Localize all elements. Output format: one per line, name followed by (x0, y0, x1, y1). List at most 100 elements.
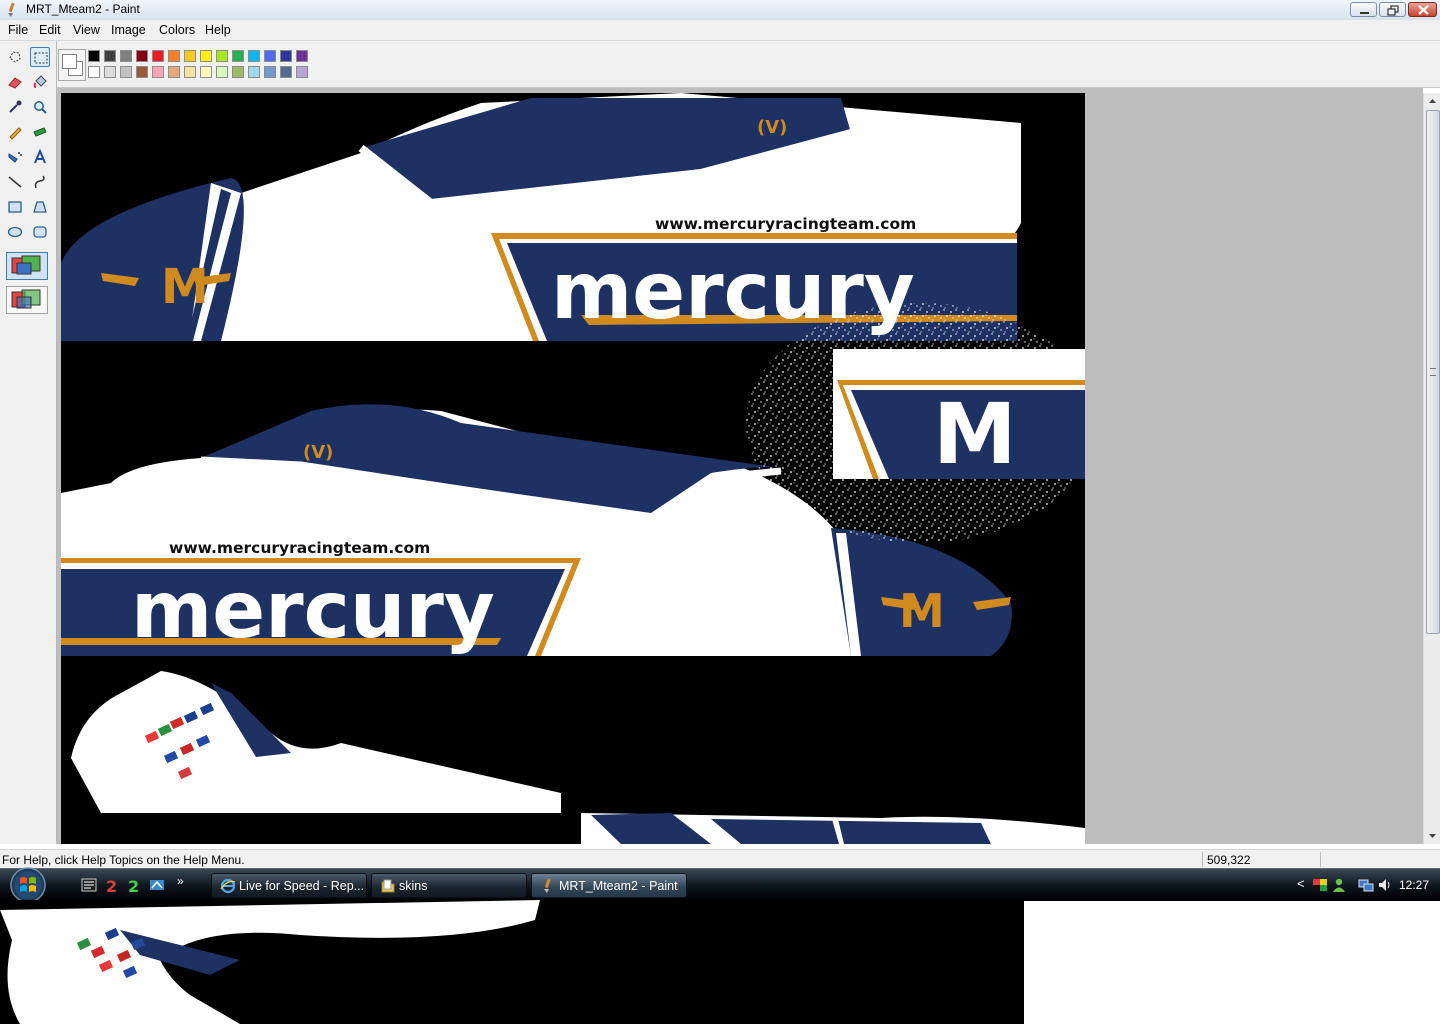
window-title: MRT_Mteam2 - Paint (26, 2, 140, 16)
palette-swatch[interactable] (296, 50, 308, 62)
svg-text:2: 2 (106, 877, 117, 893)
logo-mark-middle: M (899, 584, 945, 638)
tray-network-icon[interactable] (1358, 877, 1374, 893)
tray-expand-arrow[interactable]: < (1297, 876, 1305, 891)
rounded-rect-tool[interactable] (30, 222, 50, 242)
palette-swatch[interactable] (216, 66, 228, 78)
palette-swatch[interactable] (264, 66, 276, 78)
tool-box (0, 41, 57, 844)
arrow-up-icon (1429, 99, 1436, 103)
menu-edit[interactable]: Edit (39, 23, 61, 37)
close-icon (1418, 5, 1429, 15)
palette-swatch[interactable] (184, 66, 196, 78)
palette-swatch[interactable] (264, 50, 276, 62)
eyedropper-icon (9, 100, 22, 113)
status-bar: For Help, click Help Topics on the Help … (0, 849, 1440, 869)
opaque-selection-option[interactable] (6, 252, 48, 280)
ellipse-tool[interactable] (5, 222, 25, 242)
palette-swatch[interactable] (248, 50, 260, 62)
drawing-canvas[interactable]: M www.mercuryracingteam.com mercury (V) … (61, 93, 1085, 844)
menu-view[interactable]: View (73, 23, 100, 37)
color-picker-tool[interactable] (5, 97, 25, 117)
artwork-remnant (0, 900, 1024, 1024)
palette-swatch[interactable] (120, 50, 132, 62)
brush-tool[interactable] (30, 122, 50, 142)
badge-text-top: (V) (757, 117, 787, 138)
palette-swatch[interactable] (216, 50, 228, 62)
polygon-tool[interactable] (30, 197, 50, 217)
rect-select-tool[interactable] (30, 47, 50, 67)
start-button[interactable] (7, 865, 49, 905)
taskbar-label-paint: MRT_Mteam2 - Paint (559, 879, 678, 893)
scroll-down-arrow[interactable] (1424, 828, 1440, 844)
fill-tool[interactable] (30, 72, 50, 92)
palette-swatch[interactable] (200, 50, 212, 62)
palette-swatch[interactable] (232, 50, 244, 62)
palette-swatch[interactable] (88, 50, 100, 62)
taskbar-button-lfs[interactable]: Live for Speed - Rep... (211, 873, 367, 898)
free-form-select-tool[interactable] (5, 47, 25, 67)
eraser-tool[interactable] (5, 72, 25, 92)
palette-swatch[interactable] (280, 66, 292, 78)
palette-swatch[interactable] (296, 66, 308, 78)
scroll-up-arrow[interactable] (1424, 93, 1440, 109)
palette-swatch[interactable] (152, 66, 164, 78)
transparent-mode-icon (11, 289, 41, 309)
close-button[interactable] (1408, 2, 1437, 17)
curve-tool[interactable] (30, 172, 50, 192)
bottom-panel (71, 671, 1085, 844)
palette-swatch[interactable] (136, 50, 148, 62)
text-tool[interactable] (30, 147, 50, 167)
quicklaunch-two-red-icon[interactable]: 2 (104, 877, 120, 893)
rectangle-tool[interactable] (5, 197, 25, 217)
palette-swatch[interactable] (184, 50, 196, 62)
tray-messenger-icon[interactable] (1331, 877, 1347, 893)
quicklaunch-app-icon[interactable] (81, 877, 97, 893)
tray-color-icon[interactable] (1312, 877, 1328, 893)
magnifier-tool[interactable] (30, 97, 50, 117)
palette-swatch[interactable] (232, 66, 244, 78)
restore-icon (1387, 5, 1399, 16)
palette-swatch[interactable] (168, 50, 180, 62)
palette-swatch[interactable] (88, 66, 100, 78)
brand-text-middle: mercury (131, 566, 495, 656)
scroll-thumb[interactable] (1426, 110, 1440, 634)
menu-help[interactable]: Help (205, 23, 231, 37)
palette-swatch[interactable] (168, 66, 180, 78)
menu-colors[interactable]: Colors (159, 23, 195, 37)
pencil-tool[interactable] (5, 122, 25, 142)
restore-button[interactable] (1379, 2, 1406, 17)
url-text-middle: www.mercuryracingteam.com (169, 539, 430, 557)
paint-bucket-icon (33, 75, 47, 88)
tray-volume-icon[interactable] (1377, 877, 1393, 893)
palette-swatch[interactable] (280, 50, 292, 62)
minimize-button[interactable] (1350, 2, 1377, 17)
airbrush-tool[interactable] (5, 147, 25, 167)
taskbar-button-paint[interactable]: MRT_Mteam2 - Paint (531, 873, 687, 898)
rounded-rect-icon (33, 226, 47, 238)
transparent-selection-option[interactable] (6, 286, 48, 314)
quicklaunch-overflow-chevron[interactable]: » (177, 874, 184, 888)
svg-text:2: 2 (128, 877, 139, 893)
polygon-icon (33, 201, 47, 213)
line-tool[interactable] (5, 172, 25, 192)
palette-swatch[interactable] (200, 66, 212, 78)
palette-swatch[interactable] (248, 66, 260, 78)
palette-swatch[interactable] (152, 50, 164, 62)
fragment-m-letter: M (933, 385, 1017, 483)
palette-swatch[interactable] (104, 50, 116, 62)
free-select-icon (9, 51, 21, 63)
palette-swatch[interactable] (104, 66, 116, 78)
taskbar-button-skins[interactable]: skins (371, 873, 527, 898)
canvas-workspace[interactable]: M www.mercuryracingteam.com mercury (V) … (57, 88, 1423, 844)
menu-file[interactable]: File (8, 23, 28, 37)
palette-swatch[interactable] (120, 66, 132, 78)
paint-app-icon (8, 2, 15, 17)
arrow-down-icon (1429, 834, 1436, 838)
quicklaunch-two-green-icon[interactable]: 2 (126, 877, 142, 893)
current-colors-indicator[interactable] (58, 49, 86, 81)
menu-image[interactable]: Image (111, 23, 146, 37)
quicklaunch-lfs-icon[interactable] (149, 877, 165, 893)
vertical-scrollbar[interactable] (1423, 93, 1440, 844)
palette-swatch[interactable] (136, 66, 148, 78)
